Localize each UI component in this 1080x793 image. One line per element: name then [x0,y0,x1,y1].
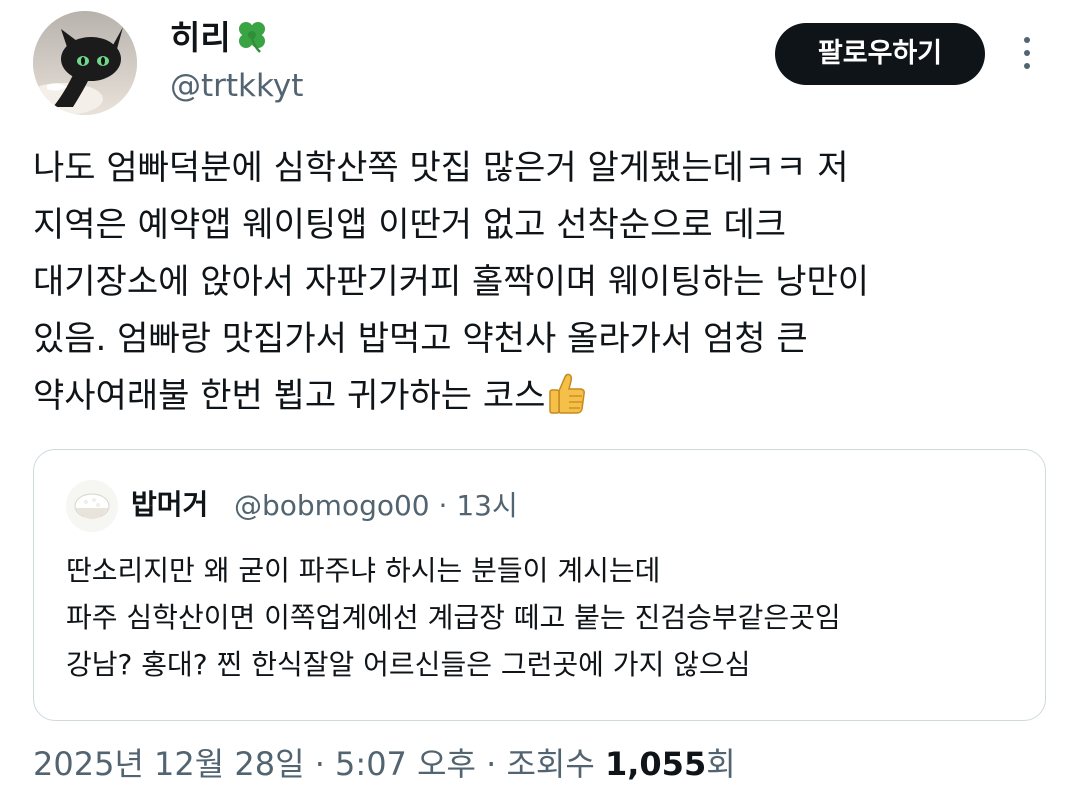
quote-line: 강남? 홍대? 찐 한식잘알 어르신들은 그런곳에 가지 않으심 [66,648,751,681]
quote-tweet-card[interactable]: 밥머거 @bobmogo00 · 13시 딴소리지만 왜 굳이 파주냐 하시는 … [33,449,1046,721]
quote-line: 딴소리지만 왜 굳이 파주냐 하시는 분들이 계시는데 [66,554,661,587]
thumbs-up-icon [549,373,586,414]
quote-text: 딴소리지만 왜 굳이 파주냐 하시는 분들이 계시는데 파주 심학산이면 이쪽업… [66,547,1026,688]
tweet-meta: 2025년 12월 28일 · 5:07 오후 · 조회수 1,055회 [33,742,736,786]
follow-button[interactable]: 팔로우하기 [775,23,985,85]
tweet-line: 대기장소에 앉아서 자판기커피 홀짝이며 웨이팅하는 낭만이 [33,262,870,302]
views-suffix: 회 [706,745,736,783]
tweet-text: 나도 엄빠덕분에 심학산쪽 맛집 많은거 알게됐는데ㅋㅋ 저 지역은 예약앱 웨… [33,140,1043,425]
tweet-line-last: 약사여래불 한번 뵙고 귀가하는 코스 [33,368,1043,425]
quote-author-avatar[interactable] [66,480,118,532]
views-count: 1,055 [604,745,707,783]
author-avatar[interactable] [33,11,137,115]
tweet-line: 나도 엄빠덕분에 심학산쪽 맛집 많은거 알게됐는데ㅋㅋ 저 [33,148,849,188]
vertical-ellipsis-icon [1012,37,1042,69]
more-options-button[interactable] [1012,33,1042,75]
author-display-name[interactable]: 히리 [170,18,270,58]
tweet-line: 있음. 엄빠랑 맛집가서 밥먹고 약천사 올라가서 엄청 큰 [33,319,808,359]
four-leaf-clover-icon [238,22,265,53]
tweet-timestamp[interactable]: 2025년 12월 28일 · 5:07 오후 · 조회수 [33,745,605,783]
author-handle[interactable]: @trtkkyt [170,66,303,106]
tweet-line-text: 약사여래불 한번 뵙고 귀가하는 코스 [33,376,546,416]
author-name-text: 히리 [170,18,231,57]
black-cat-dragon-avatar [33,11,137,115]
quote-author-name[interactable]: 밥머거 [131,486,208,524]
tweet-line: 지역은 예약앱 웨이팅앱 이딴거 없고 선착순으로 데크 [33,205,787,245]
rice-bowl-avatar [66,480,118,532]
quote-line: 파주 심학산이면 이쪽업계에선 계급장 떼고 붙는 진검승부같은곳임 [66,601,841,634]
quote-author-handle-time[interactable]: @bobmogo00 · 13시 [234,487,518,525]
